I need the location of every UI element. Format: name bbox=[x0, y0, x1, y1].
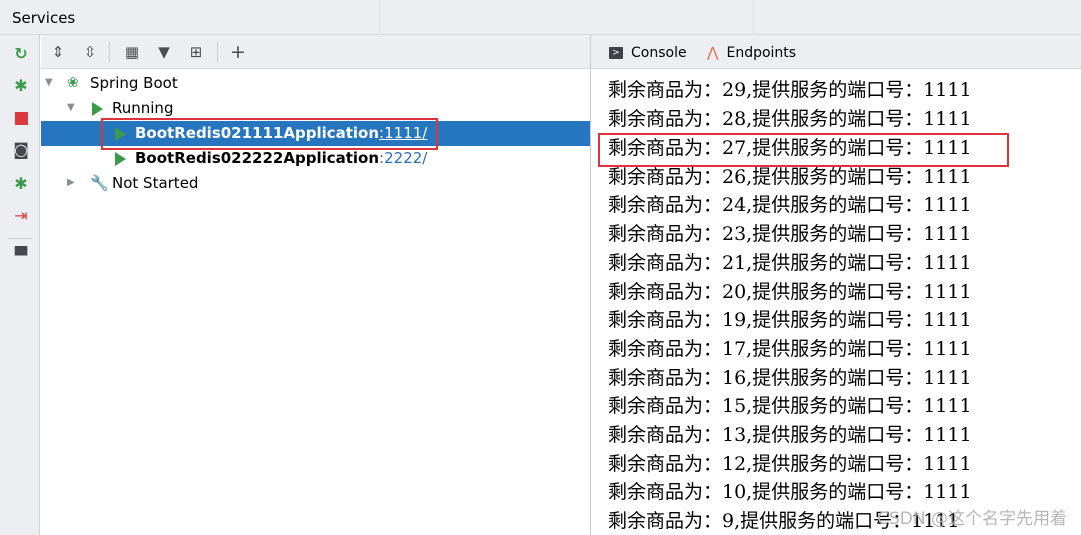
console-line: 剩余商品为：26,提供服务的端口号：1111 bbox=[608, 166, 972, 188]
app-name: BootRedis022222Application bbox=[135, 149, 380, 167]
services-action-toolbar: ↻ ✱ ◙ ✱ ⇥ ▀ bbox=[0, 35, 40, 535]
chevron-right-icon[interactable]: ▶ bbox=[67, 177, 75, 188]
console-line: 剩余商品为：29,提供服务的端口号：1111 bbox=[608, 79, 972, 101]
tree-node-label: Spring Boot bbox=[90, 74, 178, 92]
console-line: 剩余商品为：23,提供服务的端口号：1111 bbox=[608, 223, 972, 245]
console-line: 剩余商品为：10,提供服务的端口号：1111 bbox=[608, 481, 972, 503]
wrench-icon: 🔧 bbox=[90, 174, 109, 192]
add-icon[interactable]: + bbox=[227, 41, 249, 63]
watermark: CSDN @这个名字先用着 bbox=[877, 509, 1067, 529]
title-bar: Services bbox=[0, 0, 1081, 35]
chevron-down-icon[interactable]: ▼ bbox=[45, 77, 53, 88]
toolbar-divider bbox=[8, 238, 32, 239]
debug-icon[interactable]: ✱ bbox=[11, 76, 31, 96]
toolbar-separator bbox=[217, 42, 218, 62]
camera-icon[interactable]: ◙ bbox=[11, 140, 31, 160]
group-by-icon[interactable]: ▦ bbox=[121, 41, 143, 63]
console-line: 剩余商品为：12,提供服务的端口号：1111 bbox=[608, 453, 972, 475]
console-icon: > bbox=[609, 47, 623, 59]
console-line: 剩余商品为：28,提供服务的端口号：1111 bbox=[608, 108, 972, 130]
layout-icon[interactable]: ▀ bbox=[11, 246, 31, 266]
run-icon bbox=[115, 152, 126, 166]
collapse-all-icon[interactable]: ⇳ bbox=[79, 41, 101, 63]
filter-icon[interactable]: ▼ bbox=[153, 41, 175, 63]
window-title: Services bbox=[12, 9, 76, 27]
console-line: 剩余商品为：19,提供服务的端口号：1111 bbox=[608, 309, 972, 331]
rerun-icon[interactable]: ↻ bbox=[11, 44, 31, 64]
console-line: 剩余商品为：20,提供服务的端口号：1111 bbox=[608, 281, 972, 303]
expand-all-icon[interactable]: ⇕ bbox=[47, 41, 69, 63]
stop-icon[interactable] bbox=[11, 108, 31, 128]
debug-run-icon[interactable]: ✱ bbox=[11, 174, 31, 194]
console-line: 剩余商品为：15,提供服务的端口号：1111 bbox=[608, 395, 972, 417]
console-tabs: > Console ⋀ Endpoints bbox=[591, 35, 1081, 69]
console-line: 剩余商品为：16,提供服务的端口号：1111 bbox=[608, 367, 972, 389]
run-icon bbox=[92, 102, 103, 116]
app-port-link[interactable]: :2222/ bbox=[379, 149, 427, 167]
toolbar-separator bbox=[109, 42, 110, 62]
console-line: 剩余商品为：13,提供服务的端口号：1111 bbox=[608, 424, 972, 446]
attach-icon[interactable]: ⇥ bbox=[11, 206, 31, 226]
spring-boot-icon: ❀ bbox=[67, 75, 79, 91]
add-service-icon[interactable]: ⊞ bbox=[185, 41, 207, 63]
tab-console[interactable]: > Console bbox=[609, 43, 687, 63]
endpoints-icon: ⋀ bbox=[707, 45, 719, 61]
console-line: 剩余商品为：24,提供服务的端口号：1111 bbox=[608, 194, 972, 216]
tab-label: Endpoints bbox=[726, 45, 797, 61]
tab-endpoints[interactable]: ⋀ Endpoints bbox=[707, 43, 796, 63]
tree-node-label: Not Started bbox=[112, 174, 199, 192]
tree-node-spring-boot[interactable]: ▼ ❀ Spring Boot bbox=[41, 71, 590, 96]
highlight-box bbox=[598, 133, 1009, 167]
chevron-down-icon[interactable]: ▼ bbox=[67, 102, 75, 113]
tree-toolbar: ⇕ ⇳ ▦ ▼ ⊞ + bbox=[41, 35, 590, 69]
title-divider bbox=[753, 0, 754, 35]
tree-node-label: Running bbox=[112, 99, 174, 117]
console-line: 剩余商品为：21,提供服务的端口号：1111 bbox=[608, 252, 972, 274]
console-line: 剩余商品为：17,提供服务的端口号：1111 bbox=[608, 338, 972, 360]
highlight-box bbox=[101, 118, 438, 150]
tree-node-not-started[interactable]: ▶ 🔧 Not Started bbox=[41, 171, 590, 196]
app-label: BootRedis022222Application:2222/ bbox=[135, 149, 427, 167]
tab-label: Console bbox=[631, 45, 687, 61]
title-divider bbox=[379, 0, 380, 35]
